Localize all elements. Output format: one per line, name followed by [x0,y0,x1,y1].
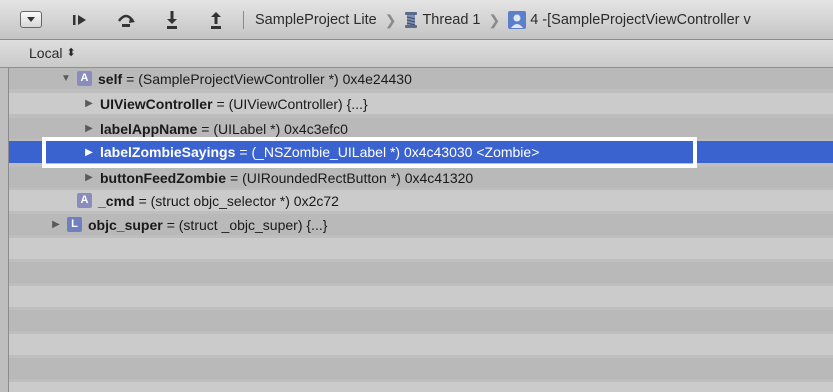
left-border [8,68,9,392]
list-item[interactable]: ▶ labelAppName = (UILabel *) 0x4c3efc0 [9,118,833,139]
debug-toolbar: SampleProject Lite ❯ Thread 1 ❯ 4 -[Samp… [0,0,833,40]
variable-name: self [98,70,123,87]
list-item-selected[interactable]: ▶ labelZombieSayings = (_NSZombie_UILabe… [9,141,833,163]
breadcrumb-frame[interactable]: 4 -[SampleProjectViewController v [508,11,751,29]
variable-value: = (UIRoundedRectButton *) 0x4c41320 [230,169,474,186]
continue-button[interactable] [68,8,92,32]
toolbar-divider [243,11,244,29]
step-out-icon [211,12,221,29]
variable-value: = (_NSZombie_UILabel *) 0x4c43030 <Zombi… [239,144,540,160]
variable-name: objc_super [88,216,163,233]
empty-row [9,238,833,259]
list-item[interactable]: ▶ buttonFeedZombie = (UIRoundedRectButto… [9,167,833,188]
breadcrumb-frame-label: 4 -[SampleProjectViewController v [530,12,751,28]
variable-name: buttonFeedZombie [100,169,226,186]
breadcrumb-thread-label: Thread 1 [422,12,481,28]
empty-row [9,286,833,307]
triangle-down-icon [27,17,35,22]
list-item[interactable]: A _cmd = (struct objc_selector *) 0x2c72 [9,190,833,211]
list-item[interactable]: ▼ A self = (SampleProjectViewController … [9,68,833,89]
breadcrumb-project[interactable]: SampleProject Lite [255,12,377,28]
scope-popup-button[interactable]: Local ⬍ [29,45,76,61]
argument-badge-icon: A [77,193,92,208]
variable-name: UIViewController [100,95,213,112]
list-item[interactable]: ▶ L objc_super = (struct _objc_super) {.… [9,214,833,235]
step-over-button[interactable] [114,8,138,32]
step-into-button[interactable] [160,8,184,32]
variable-value: = (UIViewController) {...} [216,95,368,112]
argument-badge-icon: A [77,71,92,86]
disclosure-collapsed-icon[interactable]: ▶ [84,147,94,158]
breadcrumb-project-label: SampleProject Lite [255,12,377,28]
empty-row [9,334,833,355]
disclosure-collapsed-icon[interactable]: ▶ [51,219,61,230]
variable-value: = (UILabel *) 0x4c3efc0 [201,120,348,137]
step-over-icon [117,14,135,27]
thread-icon [405,12,418,28]
chevron-right-icon: ❯ [384,11,397,28]
variable-value: = (struct objc_selector *) 0x2c72 [138,192,339,209]
continue-icon [73,15,86,25]
variable-value: = (struct _objc_super) {...} [166,216,328,233]
chevron-right-icon: ❯ [488,11,501,28]
breadcrumb-thread[interactable]: Thread 1 [404,11,480,29]
empty-row [9,358,833,379]
empty-row [9,382,833,392]
empty-row [9,262,833,283]
variable-name: labelAppName [100,120,198,137]
variables-view: ▼ A self = (SampleProjectViewController … [0,68,833,392]
up-down-arrows-icon: ⬍ [66,46,76,59]
empty-row [9,310,833,331]
variable-name: _cmd [98,192,135,209]
step-into-icon [167,11,177,29]
disclosure-collapsed-icon[interactable]: ▶ [84,98,94,109]
disclosure-collapsed-icon[interactable]: ▶ [84,172,94,183]
hide-debug-area-button[interactable] [20,11,42,28]
disclosure-collapsed-icon[interactable]: ▶ [84,123,94,134]
step-out-button[interactable] [204,8,228,32]
user-frame-icon [508,11,527,29]
list-item[interactable]: ▶ UIViewController = (UIViewController) … [9,93,833,114]
scope-bar: Local ⬍ [0,40,833,68]
breadcrumb: SampleProject Lite ❯ Thread 1 ❯ 4 -[Samp… [255,0,833,40]
variable-name: labelZombieSayings [100,144,236,160]
variable-value: = (SampleProjectViewController *) 0x4e24… [126,70,412,87]
scope-label: Local [29,45,63,61]
disclosure-expanded-icon[interactable]: ▼ [61,73,71,84]
local-badge-icon: L [67,217,82,232]
